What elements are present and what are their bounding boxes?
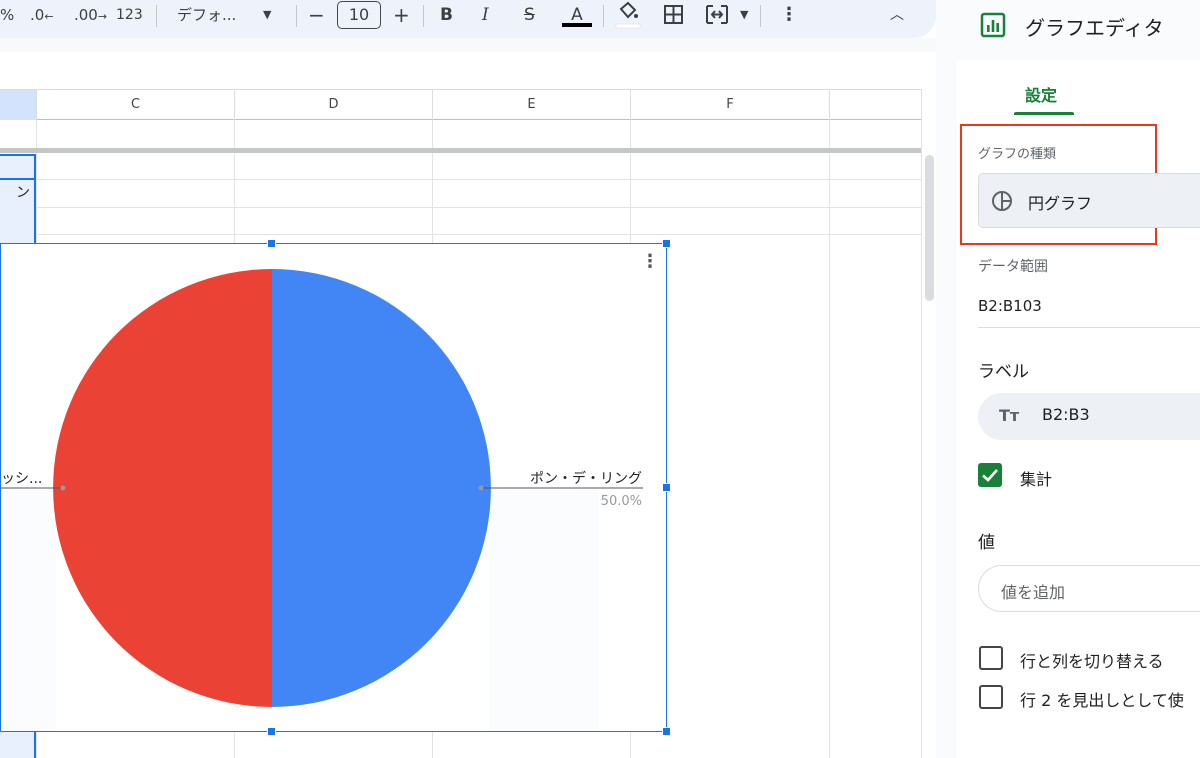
use-row-header-label: 行 2 を見出しとして使 [1020, 691, 1184, 710]
grid-line [0, 234, 921, 235]
switch-rows-cols-label: 行と列を切り替える [1020, 652, 1164, 671]
percent-format-button[interactable]: % [0, 0, 14, 30]
font-size-input[interactable]: 10 [337, 1, 381, 29]
increase-decimal-label: .00 [74, 6, 98, 24]
data-range-label: データ範囲 [978, 259, 1048, 275]
chart-type-select[interactable]: 円グラフ [978, 173, 1200, 228]
cell-b4[interactable] [0, 207, 36, 243]
toolbar-divider [603, 5, 604, 27]
chart-type-label: グラフの種類 [978, 147, 1057, 162]
dropdown-arrow-icon: ▼ [263, 8, 272, 21]
column-header-row: C D E F [0, 89, 921, 120]
text-type-icon: Tт [999, 406, 1020, 425]
borders-button[interactable] [661, 0, 687, 30]
merge-dropdown-arrow-icon: ▼ [740, 8, 749, 21]
font-family-value: デフォ... [177, 6, 237, 24]
decrease-decimal-button[interactable]: .0← [30, 0, 54, 30]
more-options-icon[interactable]: ⋮ [780, 0, 798, 30]
column-header-b[interactable] [0, 90, 37, 120]
grid-line [0, 207, 921, 208]
text-color-button[interactable]: A [562, 0, 592, 30]
resize-handle-right[interactable] [662, 483, 671, 492]
frozen-row-divider[interactable] [0, 148, 921, 153]
selected-cell-b2[interactable] [0, 154, 36, 180]
aggregate-checkbox[interactable] [978, 463, 1002, 487]
chart-type-value: 円グラフ [1028, 194, 1093, 213]
right-slice-percent: 50.0% [601, 494, 642, 509]
toolbar-divider [760, 5, 761, 27]
switch-rows-cols-checkbox[interactable] [979, 646, 1003, 670]
pie-chart[interactable]: ポン・デ・リング 50.0% ッシ... ⋮ [0, 239, 671, 736]
merge-cells-icon [706, 5, 728, 24]
add-value-field[interactable]: 値を追加 [978, 565, 1200, 612]
use-row-header-checkbox[interactable] [979, 685, 1003, 709]
label-range-value: B2:B3 [1042, 405, 1090, 424]
pie-chart-svg: ポン・デ・リング 50.0% ッシ... [1, 269, 643, 731]
font-family-select[interactable]: デフォ... ▼ [177, 0, 277, 30]
column-header-d[interactable]: D [235, 90, 433, 120]
add-value-placeholder: 値を追加 [1001, 583, 1066, 602]
cell-b-bottom[interactable] [0, 732, 36, 758]
pie-slice-1[interactable] [53, 269, 272, 707]
toolbar-divider [423, 5, 424, 27]
increase-decimal-button[interactable]: .00→ [74, 0, 107, 30]
value-section-heading: 値 [978, 533, 995, 553]
vertical-scrollbar[interactable] [921, 89, 936, 758]
pie-chart-icon [992, 191, 1012, 211]
column-header-e[interactable]: E [433, 90, 631, 120]
toolbar-divider [296, 5, 297, 27]
column-header-c[interactable]: C [37, 90, 235, 120]
tab-settings[interactable]: 設定 [1025, 82, 1057, 106]
right-label-leader-dot [478, 485, 484, 491]
bold-button[interactable]: B [440, 0, 453, 30]
data-range-value[interactable]: B2:B103 [978, 297, 1042, 315]
number-format-button[interactable]: 123 [116, 0, 143, 30]
grid-line [829, 120, 830, 758]
left-label-leader-dot [60, 485, 66, 491]
arrow-right-icon: → [97, 10, 108, 23]
paint-bucket-icon [615, 1, 641, 29]
chart-editor-icon [980, 12, 1006, 38]
column-header-f[interactable]: F [631, 90, 830, 120]
borders-icon [664, 5, 683, 24]
aggregate-label: 集計 [1020, 470, 1053, 489]
resize-handle-top[interactable] [267, 239, 276, 248]
editor-title: グラフエディタ [1025, 16, 1164, 40]
decrease-decimal-label: .0 [30, 6, 45, 24]
toolbar-divider [156, 5, 157, 27]
cell-b3[interactable]: ン [0, 180, 36, 207]
scrollbar-thumb[interactable] [925, 155, 934, 301]
italic-button[interactable]: I [482, 0, 489, 30]
resize-handle-bottom-right[interactable] [662, 727, 671, 736]
pie-slices [53, 269, 491, 707]
text-color-swatch [562, 23, 592, 27]
toolbar: % .0← .00→ 123 デフォ... ▼ − 10 + B I S A ▼… [0, 0, 936, 38]
checkmark-icon [982, 469, 998, 482]
more-vertical-icon[interactable]: ⋮ [641, 252, 659, 272]
toolbar-gap [0, 38, 936, 52]
font-size-increase-button[interactable]: + [393, 0, 410, 30]
editor-content: 設定 グラフの種類 円グラフ データ範囲 B2:B103 ラベル Tт B2:B… [957, 60, 1200, 758]
arrow-left-icon: ← [44, 10, 54, 23]
chart-editor-panel: グラフエディタ 設定 グラフの種類 円グラフ データ範囲 B2:B103 ラベル [936, 0, 1200, 758]
pie-slice-0[interactable] [272, 269, 491, 707]
collapse-toolbar-icon[interactable]: ︿ [890, 0, 904, 30]
label-range-chip[interactable]: Tт B2:B3 [978, 393, 1200, 440]
strikethrough-button[interactable]: S [524, 0, 535, 30]
cell-b3-text: ン [16, 185, 30, 201]
font-size-decrease-button[interactable]: − [308, 0, 325, 30]
resize-handle-bottom[interactable] [267, 727, 276, 736]
label-section-heading: ラベル [978, 362, 1029, 382]
fill-color-button[interactable] [615, 0, 643, 30]
grid-line [0, 179, 921, 180]
merge-cells-button[interactable]: ▼ [704, 0, 754, 30]
data-range-underline [978, 327, 1200, 328]
resize-handle-top-right[interactable] [662, 239, 671, 248]
left-slice-label: ッシ... [1, 471, 42, 487]
text-color-label: A [571, 5, 583, 25]
right-slice-label: ポン・デ・リング [530, 470, 642, 487]
column-header-g[interactable] [830, 90, 921, 120]
tab-settings-underline [1014, 112, 1074, 115]
